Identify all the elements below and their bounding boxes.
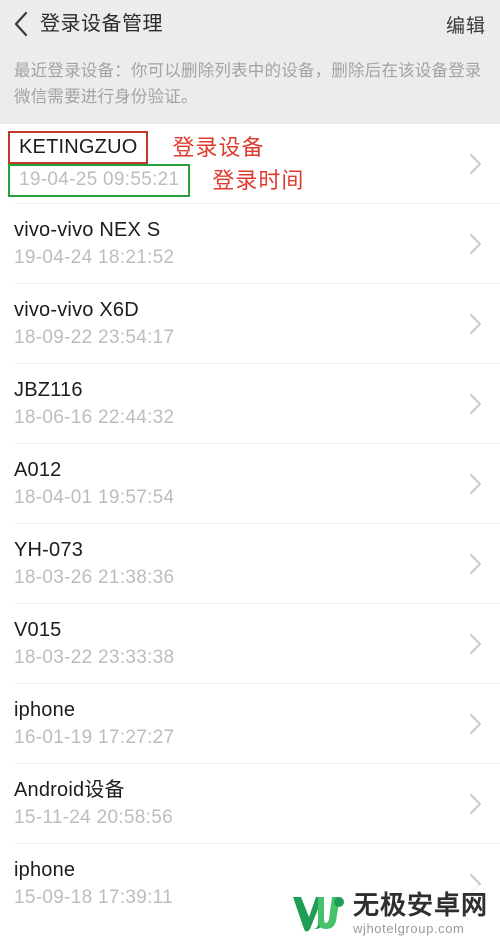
table-row[interactable]: V015 18-03-22 23:33:38 <box>0 604 500 684</box>
device-name: V015 <box>14 619 62 641</box>
chevron-right-icon[interactable] <box>469 313 482 335</box>
device-name: iphone <box>14 699 76 721</box>
table-row[interactable]: JBZ116 18-06-16 22:44:32 <box>0 364 500 444</box>
device-time-annotated-line: 19-04-25 09:55:21 登录时间 <box>8 164 500 197</box>
device-name: iphone <box>14 859 76 881</box>
device-name: JBZ116 <box>14 379 83 401</box>
device-time: 18-03-22 23:33:38 <box>14 647 175 668</box>
device-name: Android设备 <box>14 779 125 801</box>
table-row[interactable]: vivo-vivo NEX S 19-04-24 18:21:52 <box>0 204 500 284</box>
device-name: YH-073 <box>14 539 84 561</box>
table-row[interactable]: A012 18-04-01 19:57:54 <box>0 444 500 524</box>
device-time: 16-01-19 17:27:27 <box>14 727 175 748</box>
chevron-right-icon[interactable] <box>469 633 482 655</box>
table-row[interactable]: iphone 15-09-18 17:39:11 <box>0 844 500 924</box>
chevron-right-icon[interactable] <box>469 873 482 895</box>
chevron-right-icon[interactable] <box>469 233 482 255</box>
device-name: vivo-vivo NEX S <box>14 219 161 241</box>
device-time: 18-04-01 19:57:54 <box>14 487 175 508</box>
device-time: 18-06-16 22:44:32 <box>14 407 175 428</box>
device-name: vivo-vivo X6D <box>14 299 139 321</box>
chevron-left-icon <box>14 11 28 37</box>
table-row[interactable]: YH-073 18-03-26 21:38:36 <box>0 524 500 604</box>
back-button[interactable] <box>0 0 42 48</box>
device-list: KETINGZUO 登录设备 19-04-25 09:55:21 登录时间 vi… <box>0 124 500 924</box>
page-title: 登录设备管理 <box>40 13 163 35</box>
edit-button[interactable]: 编辑 <box>446 0 486 48</box>
description-block: 最近登录设备：你可以删除列表中的设备，删除后在该设备登录微信需要进行身份验证。 <box>0 48 500 124</box>
device-name-annotated-line: KETINGZUO 登录设备 <box>8 131 500 164</box>
chevron-right-icon[interactable] <box>469 393 482 415</box>
table-row[interactable]: vivo-vivo X6D 18-09-22 23:54:17 <box>0 284 500 364</box>
device-name: A012 <box>14 459 62 481</box>
device-time: 15-09-18 17:39:11 <box>14 887 173 908</box>
description-text: 最近登录设备：你可以删除列表中的设备，删除后在该设备登录微信需要进行身份验证。 <box>14 62 482 106</box>
table-row[interactable]: KETINGZUO 登录设备 19-04-25 09:55:21 登录时间 <box>0 124 500 204</box>
device-name: KETINGZUO <box>8 131 149 164</box>
table-row[interactable]: iphone 16-01-19 17:27:27 <box>0 684 500 764</box>
chevron-right-icon[interactable] <box>469 473 482 495</box>
device-time: 18-03-26 21:38:36 <box>14 567 175 588</box>
annotation-label-device: 登录设备 <box>172 134 265 160</box>
navigation-bar: 登录设备管理 编辑 <box>0 0 500 48</box>
chevron-right-icon[interactable] <box>469 553 482 575</box>
annotation-label-time: 登录时间 <box>212 167 305 193</box>
chevron-right-icon[interactable] <box>469 793 482 815</box>
table-row[interactable]: Android设备 15-11-24 20:58:56 <box>0 764 500 844</box>
chevron-right-icon[interactable] <box>469 153 482 175</box>
device-time: 18-09-22 23:54:17 <box>14 327 175 348</box>
device-time: 19-04-25 09:55:21 <box>8 164 191 197</box>
chevron-right-icon[interactable] <box>469 713 482 735</box>
device-time: 15-11-24 20:58:56 <box>14 807 173 828</box>
device-time: 19-04-24 18:21:52 <box>14 247 175 268</box>
